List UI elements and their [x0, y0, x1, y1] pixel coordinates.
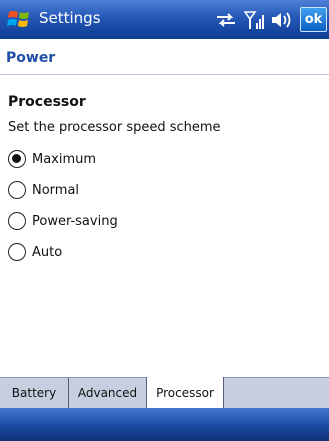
section-description: Set the processor speed scheme — [8, 120, 221, 135]
windows-start-icon[interactable] — [7, 8, 31, 30]
ok-button[interactable]: ok — [300, 7, 327, 32]
radio-button[interactable] — [8, 212, 26, 230]
radio-label: Auto — [32, 244, 63, 260]
section-title: Processor — [8, 94, 86, 110]
radio-option-maximum[interactable]: Maximum — [8, 148, 96, 170]
radio-option-auto[interactable]: Auto — [8, 241, 62, 263]
radio-button[interactable] — [8, 181, 26, 199]
page-title: Power — [6, 50, 56, 66]
softkey-bar — [0, 408, 329, 441]
radio-label: Maximum — [32, 151, 97, 167]
tab-strip: Battery Advanced Processor — [0, 377, 329, 408]
radio-button-checked[interactable] — [8, 150, 26, 168]
signal-icon[interactable] — [244, 10, 266, 30]
radio-button[interactable] — [8, 243, 26, 261]
tab-battery[interactable]: Battery — [0, 378, 69, 408]
radio-option-power-saving[interactable]: Power-saving — [8, 210, 118, 232]
tab-processor[interactable]: Processor — [146, 377, 224, 408]
title-bar: Settings ok — [0, 0, 329, 39]
page-header: Power — [0, 39, 329, 75]
volume-icon[interactable] — [270, 11, 294, 29]
tab-advanced[interactable]: Advanced — [69, 378, 147, 408]
sync-icon[interactable] — [215, 12, 237, 28]
radio-option-normal[interactable]: Normal — [8, 179, 79, 201]
app-title: Settings — [39, 9, 101, 27]
radio-label: Normal — [32, 182, 80, 198]
radio-label: Power-saving — [32, 213, 118, 229]
